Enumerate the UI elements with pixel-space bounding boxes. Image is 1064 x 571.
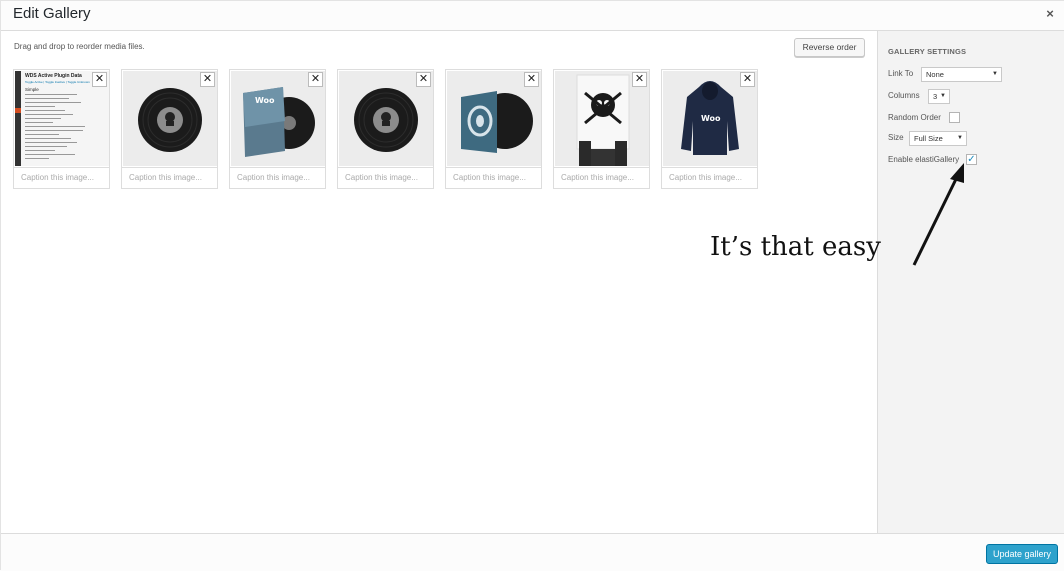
gallery-item[interactable]: ✕ Caption this image... [445,69,542,189]
gallery-item[interactable]: ✕ Caption this image... [121,69,218,189]
gallery-item[interactable]: Woo ✕ Caption this image... [229,69,326,189]
chevron-down-icon: ▼ [957,135,963,141]
doc-line [25,98,69,99]
gallery-item[interactable]: Woo ✕ Caption this image... [661,69,758,189]
doc-links: Toggle Active | Toggle Inactive | Toggle… [25,80,90,84]
doc-line [25,114,73,115]
close-icon[interactable]: × [1043,7,1057,21]
gallery-settings-sidebar: GALLERY SETTINGS Link To None ▼ Columns … [877,31,1064,533]
hoodie-logo-text: Woo [701,114,721,123]
gallery-content: Drag and drop to reorder media files. Re… [1,31,877,533]
annotation-arrow-icon [912,163,964,266]
random-order-label: Random Order [888,113,941,122]
link-to-value: None [926,70,944,79]
doc-line [25,158,49,159]
update-gallery-button[interactable]: Update gallery [986,544,1058,564]
doc-line [25,106,55,107]
caption-field[interactable]: Caption this image... [230,167,325,188]
doc-line [25,134,59,135]
remove-image-icon[interactable]: ✕ [416,72,431,87]
remove-image-icon[interactable]: ✕ [632,72,647,87]
link-to-select[interactable]: None ▼ [921,67,1002,82]
size-select[interactable]: Full Size ▼ [909,131,967,146]
columns-label: Columns [888,91,920,100]
columns-select[interactable]: 3 ▼ [928,89,950,104]
remove-image-icon[interactable]: ✕ [740,72,755,87]
remove-image-icon[interactable]: ✕ [524,72,539,87]
edit-gallery-modal: Edit Gallery × Drag and drop to reorder … [0,0,1064,571]
size-value: Full Size [914,134,943,143]
doc-line [25,154,75,155]
doc-line [25,126,85,127]
caption-field[interactable]: Caption this image... [446,167,541,188]
caption-field[interactable]: Caption this image... [554,167,649,188]
caption-field[interactable]: Caption this image... [14,167,109,188]
columns-value: 3 [933,92,938,101]
doc-line [25,102,81,103]
chevron-down-icon: ▼ [992,71,998,77]
checkmark-icon: ✓ [967,154,976,165]
doc-line [25,150,55,151]
caption-field[interactable]: Caption this image... [338,167,433,188]
modal-header: Edit Gallery × [1,1,1064,31]
reorder-hint: Drag and drop to reorder media files. [14,42,145,51]
enable-elastigallery-checkbox[interactable]: ✓ [966,154,977,165]
caption-field[interactable]: Caption this image... [122,167,217,188]
doc-line [25,138,71,139]
reverse-order-button[interactable]: Reverse order [794,38,865,57]
admin-sidebar-strip [15,71,21,166]
remove-image-icon[interactable]: ✕ [308,72,323,87]
gallery-settings-heading: GALLERY SETTINGS [888,47,967,56]
modal-title: Edit Gallery [13,5,91,22]
sleeve-logo-text: Woo [255,96,275,105]
gallery-item[interactable]: ✕ Caption this image... [553,69,650,189]
caption-field[interactable]: Caption this image... [662,167,757,188]
doc-line [25,122,53,123]
doc-line [25,130,83,131]
modal-footer: Update gallery [1,533,1064,571]
doc-section: Simple [25,87,39,92]
annotation-text: It’s that easy [710,232,881,262]
random-order-checkbox[interactable] [949,112,960,123]
doc-line [25,118,61,119]
remove-image-icon[interactable]: ✕ [92,72,107,87]
remove-image-icon[interactable]: ✕ [200,72,215,87]
link-to-label: Link To [888,69,914,78]
doc-line [25,146,67,147]
doc-title: WDS Active Plugin Data [25,73,82,79]
chevron-down-icon: ▼ [940,93,946,99]
gallery-item[interactable]: ✕ Caption this image... [337,69,434,189]
doc-line [25,110,65,111]
gallery-item[interactable]: WDS Active Plugin Data Toggle Active | T… [13,69,110,189]
doc-line [25,94,77,95]
admin-menu-accent [15,108,21,113]
size-label: Size [888,133,904,142]
doc-line [25,142,77,143]
